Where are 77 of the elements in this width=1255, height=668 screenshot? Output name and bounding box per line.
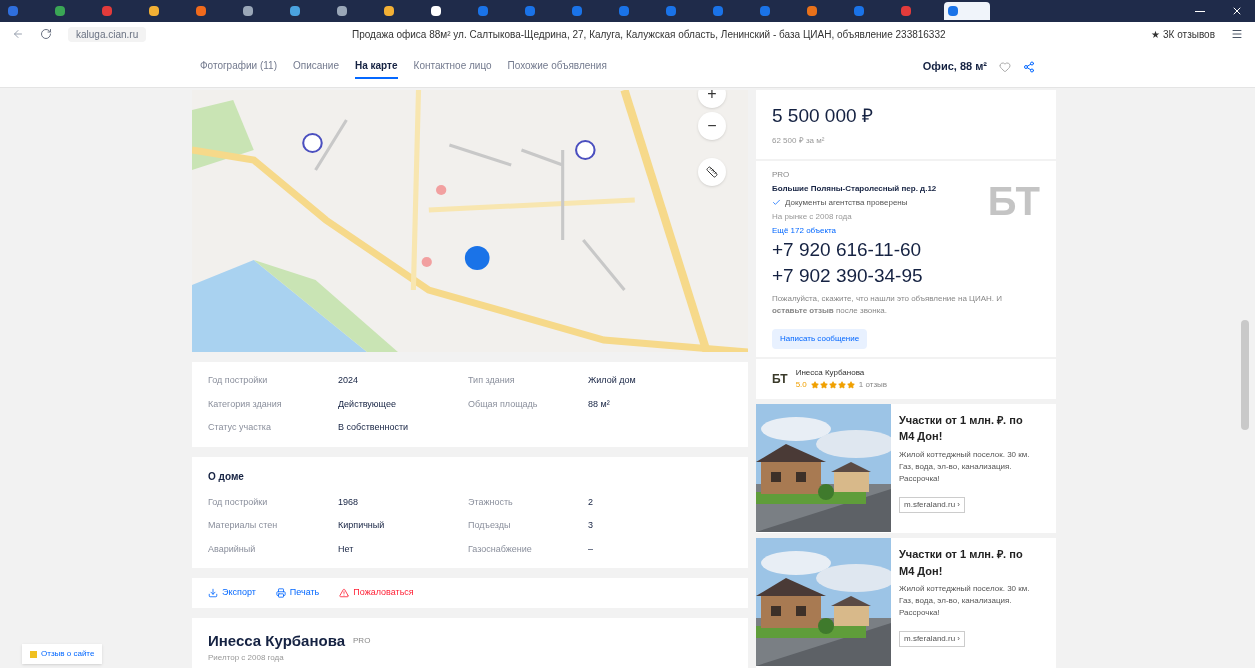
detail-value: – — [588, 542, 594, 556]
ad-title[interactable]: Участки от 1 млн. ₽. по М4 Дон! — [899, 411, 1029, 445]
page-title: Продажа офиса 88м² ул. Салтыкова-Щедрина, 27, Калуга, Калужская область, Ленинский - база ЦИАН, объявление 233816332 — [350, 27, 947, 42]
star-icon — [810, 380, 819, 389]
nav-link[interactable]: Описание — [292, 54, 339, 79]
detail-label: Подъезды — [468, 519, 512, 532]
listing-summary: Офис, 88 м² — [922, 59, 987, 75]
share-icon[interactable] — [1023, 60, 1035, 73]
detail-value: 1968 — [338, 495, 360, 509]
detail-label: Этажность — [468, 495, 514, 509]
star-icon — [819, 380, 828, 389]
nav-link[interactable]: Контактное лицо — [413, 54, 492, 79]
star-icon — [837, 380, 846, 389]
section-title: О доме — [208, 469, 245, 484]
agency-objects-link[interactable]: Ещё 172 объекта — [772, 224, 988, 237]
star-icon — [846, 380, 855, 389]
phone-number[interactable]: +7 920 616-11-60 — [772, 236, 1040, 263]
star-icon — [828, 380, 837, 389]
check-icon — [772, 198, 781, 207]
price: 5 500 000 ₽ — [772, 104, 874, 128]
ad-text: Жилой коттеджный поселок. 30 км. Газ, вода, эл-во, канализация. Рассрочка! — [899, 583, 1031, 620]
minimize-icon[interactable] — [1195, 10, 1205, 12]
rating-value: 5.0 — [795, 378, 807, 391]
url-field[interactable]: kaluga.cian.ru — [68, 26, 147, 42]
detail-label: Тип здания — [468, 374, 516, 387]
detail-value: Кирпичный — [338, 519, 386, 532]
ad-link-button[interactable]: m.sferaland.ru › — [899, 496, 966, 513]
pro-label: PRO — [353, 634, 371, 647]
action-link[interactable]: Экспорт — [208, 586, 256, 600]
detail-label: Общая площадь — [468, 397, 539, 411]
nav-link[interactable]: Фотографии (11) — [200, 54, 277, 79]
detail-label: Год постройки — [208, 374, 269, 387]
zoom-in-button[interactable]: + — [698, 90, 726, 108]
contact-note: Пожалуйста, скажите, что нашли это объявление на ЦИАН. И оставьте отзыв после звонка. — [772, 292, 1004, 317]
detail-value: 2024 — [338, 374, 360, 387]
printer-icon — [275, 587, 286, 598]
detail-label: Год постройки — [208, 495, 269, 509]
agency-name: Большие Поляны-Старолесный пер. д.12 — [772, 182, 938, 195]
detail-value: В собственности — [338, 421, 410, 434]
verified-text: Документы агентства проверены — [785, 196, 908, 209]
detail-label: Газоснабжение — [468, 542, 533, 556]
agency-since: На рынке с 2008 года — [772, 210, 853, 223]
detail-label: Аварийный — [208, 542, 257, 556]
action-link[interactable]: Печать — [275, 586, 320, 600]
ad-title[interactable]: Участки от 1 млн. ₽. по М4 Дон! — [899, 546, 1029, 580]
nav-link[interactable]: Похожие объявления — [507, 54, 607, 79]
reload-icon[interactable] — [40, 28, 52, 40]
detail-label: Статус участка — [208, 421, 272, 434]
agent-subtitle: Риелтор с 2008 года — [208, 652, 285, 664]
nav-link[interactable]: На карте — [355, 54, 398, 79]
agent-name: Инесса Курбанова — [208, 630, 346, 651]
detail-label: Материалы стен — [208, 519, 279, 532]
detail-value: 88 м² — [588, 397, 611, 411]
warning-icon — [339, 587, 350, 598]
ruler-icon — [706, 166, 718, 178]
detail-value: 2 — [588, 495, 594, 509]
close-icon[interactable] — [1231, 5, 1243, 17]
detail-value: Действующее — [338, 397, 397, 411]
agency-logo: БТ — [987, 180, 1040, 225]
author-name: Инесса Курбанова — [795, 366, 866, 379]
phone-number[interactable]: +7 902 390-34-95 — [772, 262, 1040, 289]
ad-text: Жилой коттеджный поселок. 30 км. Газ, вода, эл-во, канализация. Рассрочка! — [899, 448, 1031, 485]
detail-value: Жилой дом — [588, 374, 637, 387]
action-link[interactable]: Пожаловаться — [339, 586, 414, 600]
pro-label: PRO — [772, 168, 791, 181]
reviews-count[interactable]: 1 отзыв — [858, 378, 888, 391]
detail-label: Категория здания — [208, 397, 283, 411]
price-per-meter: 62 500 ₽ за м² — [772, 134, 826, 147]
download-icon — [208, 587, 218, 598]
menu-icon[interactable] — [1231, 28, 1243, 40]
author-logo: БТ — [772, 370, 788, 388]
feedback-button[interactable]: Отзыв о сайте — [22, 644, 103, 664]
detail-value: Нет — [338, 542, 355, 556]
detail-value: 3 — [588, 519, 594, 532]
message-button[interactable]: Написать сообщение — [772, 328, 868, 349]
reviews-link[interactable]: ★ 3К отзывов — [1151, 26, 1215, 42]
ad-link-button[interactable]: m.sferaland.ru › — [899, 631, 966, 648]
